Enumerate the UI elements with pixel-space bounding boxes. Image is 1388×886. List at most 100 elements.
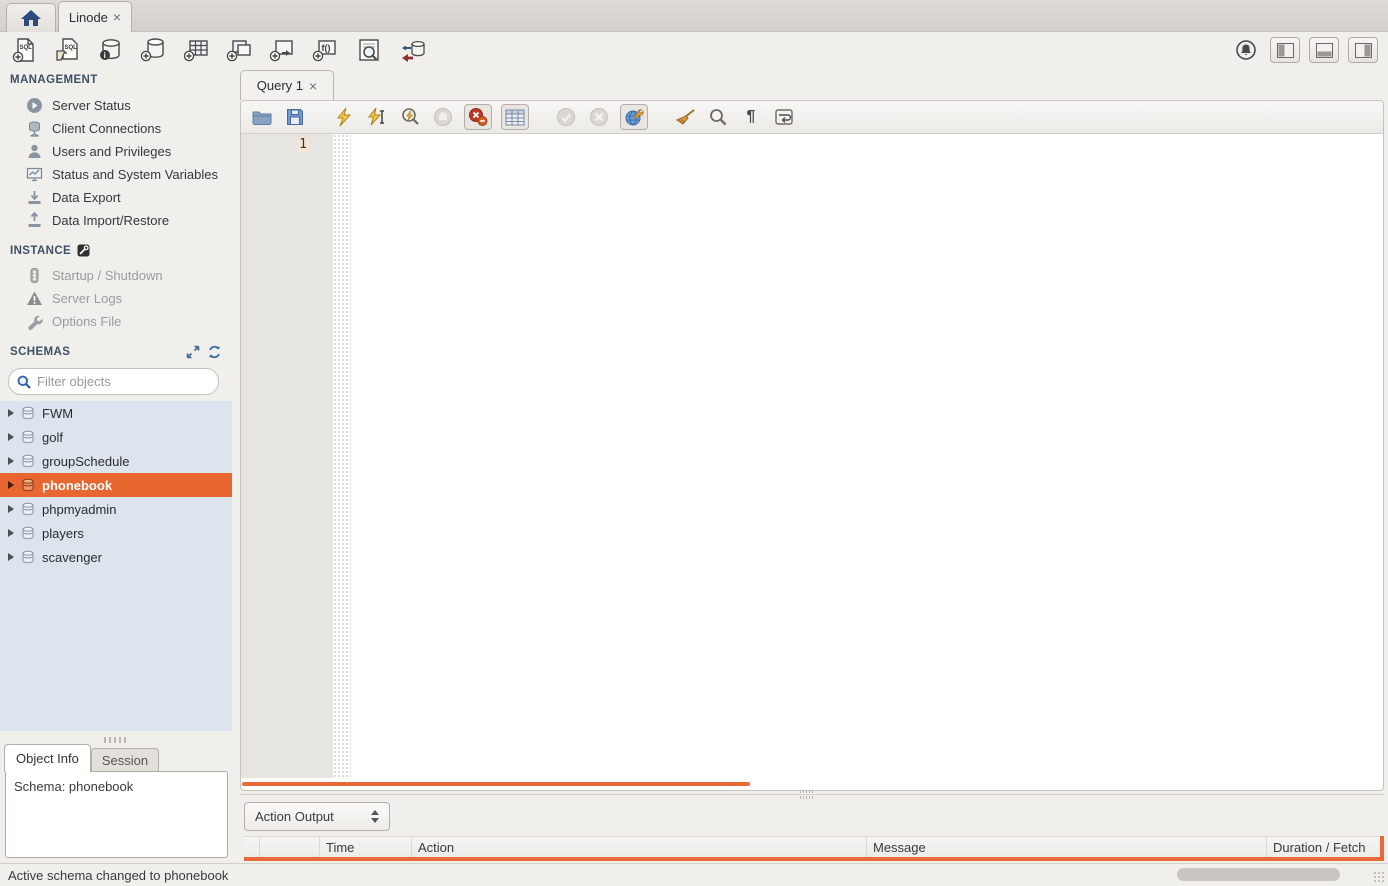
open-script-button[interactable] bbox=[250, 104, 274, 130]
output-col-message[interactable]: Message bbox=[867, 837, 1267, 857]
explain-icon bbox=[400, 107, 420, 127]
search-table-data-button[interactable] bbox=[354, 36, 384, 64]
query-tab-label: Query 1 bbox=[257, 78, 303, 93]
output-col-action[interactable]: Action bbox=[412, 837, 867, 857]
save-script-button[interactable] bbox=[283, 104, 307, 130]
output-col-duration[interactable]: Duration / Fetch bbox=[1267, 837, 1380, 857]
sidebar-item-client-connections[interactable]: Client Connections bbox=[0, 117, 232, 140]
window-resize-grip[interactable] bbox=[1373, 871, 1385, 883]
home-icon bbox=[20, 9, 42, 27]
output-hscrollbar[interactable] bbox=[244, 857, 1380, 861]
create-procedure-button[interactable] bbox=[268, 36, 298, 64]
output-table-header: Time Action Message Duration / Fetch bbox=[244, 836, 1380, 857]
toggle-wrap-button[interactable] bbox=[772, 104, 796, 130]
output-col-time[interactable]: Time bbox=[320, 837, 412, 857]
toggle-continue-on-error-button[interactable] bbox=[464, 104, 492, 130]
info-panel-tabs: Object Info Session bbox=[4, 744, 159, 772]
expand-arrow-icon[interactable] bbox=[8, 529, 14, 537]
sidebar-item-data-export[interactable]: Data Export bbox=[0, 186, 232, 209]
editor-output-splitter[interactable] bbox=[240, 791, 1384, 798]
query-tab-close-icon[interactable]: × bbox=[309, 79, 317, 93]
notifications-icon bbox=[1235, 39, 1257, 61]
beautify-button[interactable] bbox=[673, 104, 697, 130]
splitter-grip[interactable] bbox=[800, 790, 814, 793]
object-info-text: Schema: phonebook bbox=[14, 779, 133, 794]
schemas-refresh-button[interactable] bbox=[207, 345, 222, 359]
execute-button[interactable] bbox=[332, 104, 356, 130]
sql-editor-area[interactable] bbox=[351, 134, 1383, 778]
schema-item-groupschedule[interactable]: groupSchedule bbox=[0, 449, 232, 473]
toggle-autocommit-button[interactable] bbox=[620, 104, 648, 130]
client-connections-icon bbox=[26, 120, 43, 137]
toggle-right-sidebar-icon bbox=[1355, 43, 1372, 58]
output-scroll-thumb[interactable] bbox=[1177, 868, 1340, 881]
output-vscrollbar[interactable] bbox=[1380, 836, 1384, 861]
connection-tab-linode[interactable]: Linode × bbox=[58, 1, 132, 32]
expand-arrow-icon[interactable] bbox=[8, 505, 14, 513]
sidebar-item-status-system-variables[interactable]: Status and System Variables bbox=[0, 163, 232, 186]
toggle-invisibles-button[interactable]: ¶ bbox=[739, 104, 763, 130]
toggle-right-sidebar-button[interactable] bbox=[1348, 37, 1378, 63]
toggle-left-sidebar-button[interactable] bbox=[1270, 37, 1300, 63]
limit-rows-icon bbox=[505, 109, 525, 126]
schemas-expand-button[interactable] bbox=[186, 345, 200, 359]
output-type-select[interactable]: Action Output bbox=[244, 802, 390, 831]
create-function-button[interactable]: f() bbox=[311, 36, 341, 64]
svg-text:i: i bbox=[104, 51, 106, 60]
create-schema-button[interactable] bbox=[139, 36, 169, 64]
stop-button[interactable] bbox=[431, 104, 455, 130]
sidebar-item-users-and-privileges[interactable]: Users and Privileges bbox=[0, 140, 232, 163]
connection-tab-close-icon[interactable]: × bbox=[113, 10, 121, 24]
data-import-icon bbox=[26, 212, 43, 229]
schema-item-scavenger[interactable]: scavenger bbox=[0, 545, 232, 569]
line-number-gutter: 1 bbox=[241, 134, 333, 778]
find-button[interactable] bbox=[706, 104, 730, 130]
schema-icon bbox=[21, 478, 35, 492]
output-col-status[interactable] bbox=[244, 837, 260, 857]
sidebar-item-startup-shutdown[interactable]: Startup / Shutdown bbox=[0, 264, 232, 287]
limit-rows-button[interactable] bbox=[501, 104, 529, 130]
output-col-index[interactable] bbox=[260, 837, 320, 857]
save-script-icon bbox=[286, 108, 304, 126]
query-tab[interactable]: Query 1 × bbox=[240, 70, 334, 100]
notifications-button[interactable] bbox=[1231, 36, 1261, 64]
toggle-bottom-panel-button[interactable] bbox=[1309, 37, 1339, 63]
reconnect-dbms-button[interactable] bbox=[397, 36, 427, 64]
expand-arrow-icon[interactable] bbox=[8, 433, 14, 441]
server-logs-icon bbox=[26, 290, 43, 307]
tab-object-info[interactable]: Object Info bbox=[4, 744, 91, 772]
filter-search-icon bbox=[17, 375, 31, 389]
commit-button[interactable] bbox=[554, 104, 578, 130]
schema-filter-input[interactable] bbox=[37, 374, 187, 389]
tab-session[interactable]: Session bbox=[91, 748, 159, 772]
continue-on-error-icon bbox=[468, 107, 488, 127]
home-tab[interactable] bbox=[6, 3, 56, 32]
schema-item-phpmyadmin[interactable]: phpmyadmin bbox=[0, 497, 232, 521]
create-view-button[interactable] bbox=[225, 36, 255, 64]
schema-icon bbox=[21, 430, 35, 444]
sidebar-item-server-status[interactable]: Server Status bbox=[0, 94, 232, 117]
create-table-button[interactable] bbox=[182, 36, 212, 64]
execute-current-button[interactable] bbox=[365, 104, 389, 130]
sidebar-item-data-import-restore[interactable]: Data Import/Restore bbox=[0, 209, 232, 232]
schema-inspector-button[interactable]: i bbox=[96, 36, 126, 64]
schema-item-fwm[interactable]: FWM bbox=[0, 401, 232, 425]
create-view-icon bbox=[226, 37, 254, 63]
new-sql-tab-button[interactable]: SQL bbox=[10, 36, 40, 64]
expand-arrow-icon[interactable] bbox=[8, 481, 14, 489]
expand-arrow-icon[interactable] bbox=[8, 457, 14, 465]
editor-hscrollbar[interactable] bbox=[242, 782, 750, 786]
rollback-button[interactable] bbox=[587, 104, 611, 130]
sidebar-splitter-grip[interactable] bbox=[104, 737, 128, 743]
schema-item-golf[interactable]: golf bbox=[0, 425, 232, 449]
connection-tab-bar: Linode × bbox=[0, 0, 1388, 32]
schema-item-players[interactable]: players bbox=[0, 521, 232, 545]
schema-item-phonebook[interactable]: phonebook bbox=[0, 473, 232, 497]
open-sql-script-button[interactable]: SQL bbox=[53, 36, 83, 64]
explain-button[interactable] bbox=[398, 104, 422, 130]
sidebar-item-options-file[interactable]: Options File bbox=[0, 310, 232, 333]
output-type-value: Action Output bbox=[255, 809, 334, 824]
sidebar-item-server-logs[interactable]: Server Logs bbox=[0, 287, 232, 310]
expand-arrow-icon[interactable] bbox=[8, 409, 14, 417]
expand-arrow-icon[interactable] bbox=[8, 553, 14, 561]
